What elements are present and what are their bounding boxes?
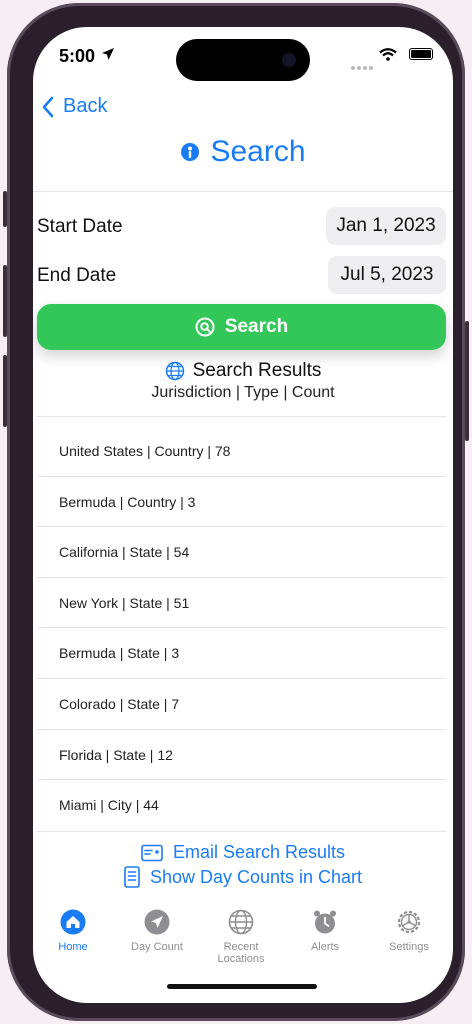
dynamic-island	[176, 39, 310, 81]
results-title: Search Results	[33, 360, 453, 382]
search-button-label: Search	[224, 316, 289, 337]
back-button[interactable]: Back	[41, 95, 107, 118]
page-title-text: Search	[210, 135, 306, 168]
tab-alerts[interactable]: Alerts	[283, 907, 367, 953]
location-arrow-icon	[144, 909, 170, 935]
list-item[interactable]: Florida | State | 12	[37, 730, 446, 781]
status-bar: 5:00	[33, 27, 453, 85]
cellular-signal-icon	[351, 57, 375, 75]
screen: 5:00 Back Search Start Date Jan 1, 2023 …	[33, 27, 453, 1003]
divider	[37, 416, 446, 417]
search-icon	[195, 317, 215, 337]
tab-label: Recent Locations	[217, 941, 265, 965]
house-icon	[60, 909, 86, 935]
location-arrow-icon	[102, 48, 114, 60]
list-item[interactable]: Miami | City | 44	[37, 780, 446, 831]
tab-bar: Home Day Count Recent Locations Alerts S…	[33, 907, 453, 967]
list-item[interactable]: New York | State | 51	[37, 578, 446, 629]
alarm-clock-icon	[314, 910, 336, 934]
email-card-icon	[141, 844, 163, 861]
tab-home[interactable]: Home	[33, 907, 115, 953]
page-title: Search	[33, 135, 453, 169]
results-list: United States | Country | 78 Bermuda | C…	[37, 426, 446, 831]
info-pin-icon	[181, 143, 200, 161]
results-title-text: Search Results	[192, 360, 322, 381]
power-button	[465, 321, 469, 441]
email-results-label: Email Search Results	[172, 842, 346, 862]
volume-up-button	[3, 265, 7, 337]
action-button	[3, 191, 7, 227]
back-label: Back	[63, 95, 108, 117]
show-chart-label: Show Day Counts in Chart	[149, 866, 363, 887]
globe-icon	[228, 909, 254, 935]
start-date-picker[interactable]: Jan 1, 2023	[326, 207, 446, 245]
tab-label: Alerts	[310, 941, 340, 953]
battery-icon	[409, 48, 433, 60]
document-icon	[124, 866, 140, 888]
camera-icon	[282, 53, 296, 67]
list-item[interactable]: California | State | 54	[37, 527, 446, 578]
tab-label: Day Count	[131, 941, 183, 953]
divider	[33, 191, 453, 192]
start-date-label: Start Date	[37, 216, 123, 237]
tab-settings[interactable]: Settings	[367, 907, 451, 953]
email-results-button[interactable]: Email Search Results	[33, 842, 453, 863]
tab-label: Home	[58, 941, 88, 953]
show-chart-button[interactable]: Show Day Counts in Chart	[33, 866, 453, 888]
phone-frame: 5:00 Back Search Start Date Jan 1, 2023 …	[3, 3, 469, 1021]
tab-recent-locations[interactable]: Recent Locations	[199, 907, 283, 965]
search-button[interactable]: Search	[37, 304, 446, 350]
gear-icon	[397, 910, 421, 934]
tab-day-count[interactable]: Day Count	[115, 907, 199, 953]
end-date-label: End Date	[37, 265, 117, 286]
volume-down-button	[3, 355, 7, 427]
list-item[interactable]: United States | Country | 78	[37, 426, 446, 477]
status-time: 5:00	[59, 46, 96, 66]
globe-icon	[165, 361, 184, 381]
home-indicator[interactable]	[167, 984, 317, 989]
list-item[interactable]: Colorado | State | 7	[37, 679, 446, 730]
divider	[37, 831, 446, 832]
tab-label: Settings	[389, 941, 429, 953]
results-subtitle: Jurisdiction | Type | Count	[151, 384, 335, 401]
wifi-icon	[379, 48, 397, 61]
chevron-left-icon	[42, 96, 54, 117]
end-date-picker[interactable]: Jul 5, 2023	[328, 256, 446, 294]
list-item[interactable]: Bermuda | State | 3	[37, 628, 446, 679]
list-item[interactable]: Bermuda | Country | 3	[37, 477, 446, 528]
